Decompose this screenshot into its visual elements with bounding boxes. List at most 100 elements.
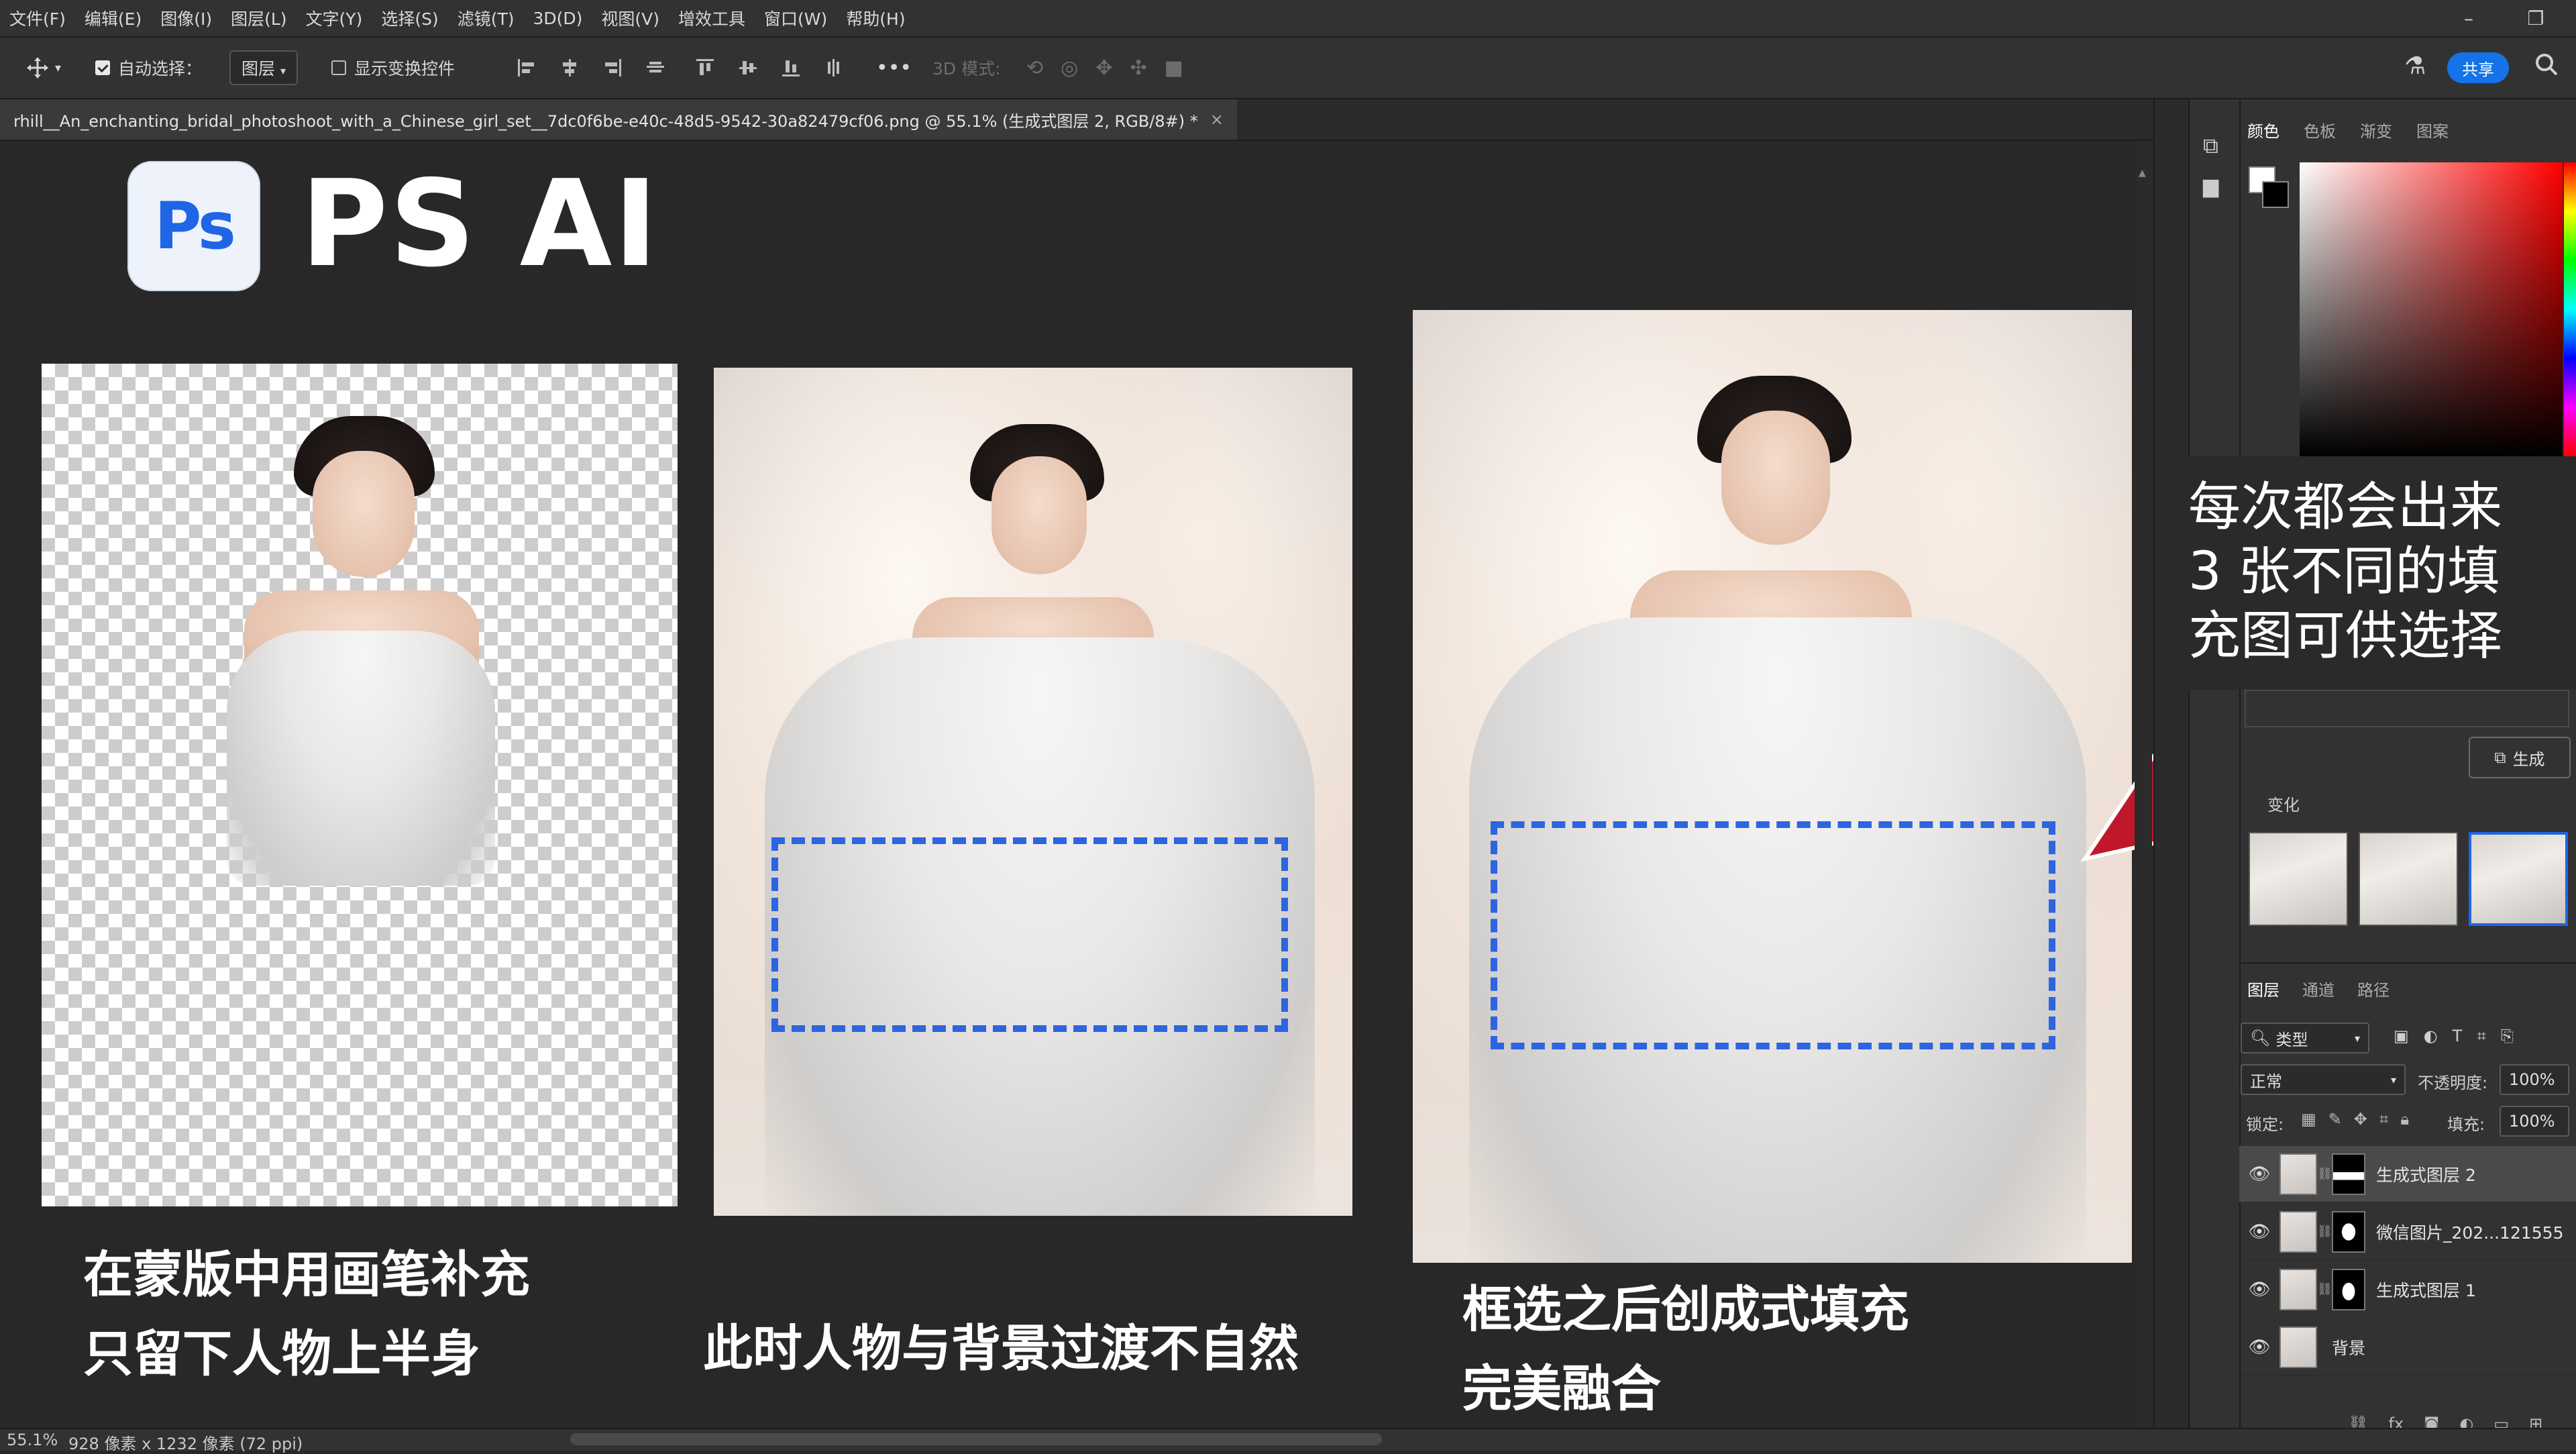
filter-pixel-icon[interactable]: ▣ [2394, 1027, 2409, 1045]
color-picker-field[interactable] [2300, 162, 2563, 456]
layer-name: 背景 [2332, 1338, 2366, 1358]
camera-3d-icon[interactable]: ■ [1165, 56, 1183, 80]
layer-filter-icons: ▣ ◐ T ⌗ ⎘ [2394, 1027, 2514, 1045]
roll-3d-icon[interactable]: ◎ [1061, 56, 1078, 80]
girl-face-1 [313, 451, 415, 577]
menu-select[interactable]: 选择(S) [372, 6, 447, 30]
layer-row[interactable]: 👁︎ 背景 [2239, 1319, 2576, 1375]
link-icon[interactable]: ⛓︎ [2317, 1282, 2332, 1296]
tab-pattern[interactable]: 图案 [2416, 118, 2449, 142]
orbit-3d-icon[interactable]: ⟲ [1026, 56, 1043, 80]
search-icon: 🔍︎ [2250, 1029, 2271, 1047]
tab-paths[interactable]: 路径 [2357, 977, 2390, 1000]
lock-move-icon[interactable]: ✥ [2354, 1110, 2367, 1129]
layer-filter-dropdown[interactable]: 🔍︎ 类型 ▾ [2241, 1023, 2369, 1053]
layer-filter-kind: 类型 [2275, 1030, 2308, 1049]
align-center-icon[interactable] [558, 56, 581, 79]
generate-button[interactable]: ⧉ 生成 [2469, 737, 2571, 778]
auto-select-target-dropdown[interactable]: 图层 ▾ [229, 38, 298, 98]
menu-file[interactable]: 文件(F) [0, 6, 75, 30]
align-middle-icon[interactable] [737, 56, 759, 79]
search-icon[interactable] [2533, 51, 2560, 81]
menu-window[interactable]: 窗口(W) [755, 6, 837, 30]
align-bottom-icon[interactable] [780, 56, 802, 79]
filter-smart-icon[interactable]: ⎘ [2501, 1027, 2514, 1045]
document-tab[interactable]: rhill__An_enchanting_bridal_photoshoot_w… [0, 99, 1237, 140]
filter-type-icon[interactable]: T [2453, 1027, 2463, 1045]
more-options-button[interactable]: ••• [876, 38, 912, 98]
link-icon[interactable]: ⛓︎ [2317, 1167, 2332, 1181]
lock-transparent-icon[interactable]: ▦ [2301, 1110, 2316, 1129]
share-button[interactable]: 共享 [2447, 52, 2509, 83]
menu-layer[interactable]: 图层(L) [221, 6, 296, 30]
filter-adjustment-icon[interactable]: ◐ [2424, 1027, 2438, 1045]
headline-title: PS AI [301, 154, 659, 293]
photoshop-logo-text: Ps [154, 189, 236, 264]
variation-thumb-2[interactable] [2359, 832, 2458, 926]
link-icon[interactable]: ⛓︎ [2317, 1225, 2332, 1239]
menu-view[interactable]: 视图(V) [592, 6, 669, 30]
show-transform-option[interactable]: 显示变换控件 [331, 38, 455, 98]
auto-select-target-value: 图层 [241, 59, 276, 79]
vertical-scrollbar[interactable]: ▲ [2135, 141, 2152, 1428]
selection-marquee-2 [771, 837, 1288, 1032]
variation-thumb-3[interactable] [2469, 832, 2568, 926]
move-tool-icon[interactable]: ▾ [24, 38, 61, 98]
caption-1-line2: 只留下人物上半身 [83, 1325, 480, 1383]
lock-paint-icon[interactable]: ✎ [2328, 1110, 2342, 1129]
girl-face-3 [1721, 411, 1830, 545]
document-tab-bar: rhill__An_enchanting_bridal_photoshoot_w… [0, 99, 2153, 141]
distribute-vertical-icon[interactable] [822, 56, 845, 79]
menu-image[interactable]: 图像(I) [151, 6, 221, 30]
comment-icon[interactable]: ▆ [2203, 174, 2218, 198]
menu-3d[interactable]: 3D(D) [523, 9, 592, 28]
auto-select-option[interactable]: 自动选择： [95, 38, 202, 98]
blend-mode-dropdown[interactable]: 正常 ▾ [2241, 1064, 2406, 1095]
auto-select-checkbox[interactable] [95, 60, 110, 75]
lock-all-icon[interactable]: 🔒︎ [2400, 1110, 2409, 1129]
variation-thumb-1[interactable] [2249, 832, 2348, 926]
fill-field[interactable]: 100% [2500, 1106, 2569, 1137]
history-icon[interactable]: ⧉ [2203, 133, 2218, 159]
tab-layers[interactable]: 图层 [2247, 977, 2279, 1000]
background-color-swatch[interactable] [2262, 181, 2289, 208]
menu-filter[interactable]: 滤镜(T) [448, 6, 524, 30]
layer-row[interactable]: 👁︎ ⛓︎ 微信图片_202...121555 [2239, 1204, 2576, 1260]
minimize-button[interactable]: – [2442, 0, 2496, 36]
prompt-input[interactable] [2245, 690, 2569, 727]
menu-edit[interactable]: 编辑(E) [75, 6, 151, 30]
layer-row[interactable]: 👁︎ ⛓︎ 生成式图层 1 [2239, 1261, 2576, 1318]
lock-artboard-icon[interactable]: ⌗ [2379, 1110, 2389, 1129]
tab-close-icon[interactable]: × [1210, 110, 1224, 129]
chevron-down-icon[interactable]: ▾ [55, 61, 61, 75]
flask-icon[interactable]: ⚗ [2404, 52, 2426, 80]
tab-color[interactable]: 颜色 [2247, 118, 2279, 142]
document-info[interactable]: 928 像素 x 1232 像素 (72 ppi) [68, 1431, 303, 1454]
status-bar: 55.1% 928 像素 x 1232 像素 (72 ppi) [0, 1428, 2576, 1454]
horizontal-scrollbar[interactable] [570, 1433, 1382, 1445]
tab-gradient[interactable]: 渐变 [2360, 118, 2392, 142]
menu-type[interactable]: 文字(Y) [297, 6, 372, 30]
align-top-icon[interactable] [694, 56, 716, 79]
menu-plugins[interactable]: 增效工具 [669, 6, 755, 30]
eye-icon[interactable]: 👁︎ [2239, 1280, 2279, 1300]
filter-shape-icon[interactable]: ⌗ [2477, 1027, 2486, 1045]
distribute-icon[interactable] [644, 56, 667, 79]
layer-row[interactable]: 👁︎ ⛓︎ 生成式图层 2 [2239, 1146, 2576, 1202]
eye-icon[interactable]: 👁︎ [2239, 1337, 2279, 1357]
align-left-icon[interactable] [515, 56, 538, 79]
mode-3d-label: 3D 模式: [932, 59, 1001, 79]
restore-button[interactable]: ❐ [2509, 0, 2563, 36]
slide-3d-icon[interactable]: ✣ [1130, 56, 1146, 80]
menu-help[interactable]: 帮助(H) [837, 6, 914, 30]
zoom-level[interactable]: 55.1% [7, 1431, 58, 1449]
eye-icon[interactable]: 👁︎ [2239, 1222, 2279, 1242]
align-right-icon[interactable] [601, 56, 624, 79]
eye-icon[interactable]: 👁︎ [2239, 1164, 2279, 1184]
tab-swatches[interactable]: 色板 [2304, 118, 2336, 142]
opacity-field[interactable]: 100% [2500, 1064, 2569, 1095]
pan-3d-icon[interactable]: ✥ [1095, 56, 1112, 80]
show-transform-checkbox[interactable] [331, 60, 346, 75]
hue-slider[interactable] [2564, 162, 2576, 456]
tab-channels[interactable]: 通道 [2302, 977, 2334, 1000]
